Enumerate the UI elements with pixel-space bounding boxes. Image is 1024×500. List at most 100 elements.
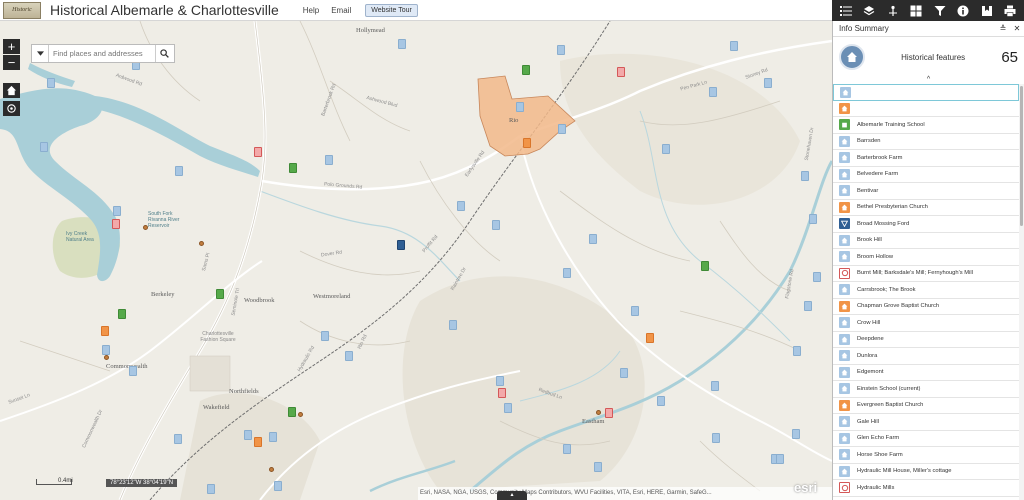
feature-list-item[interactable]: Broom Hollow: [833, 249, 1019, 266]
historic-house-marker[interactable]: [398, 39, 406, 49]
feature-list-item[interactable]: Hydraulic Mill House, Miller's cottage: [833, 464, 1019, 480]
feature-list-item[interactable]: Gale Hill: [833, 414, 1019, 431]
feature-list-item[interactable]: Einstein School (current): [833, 381, 1019, 398]
historic-house-marker[interactable]: [662, 144, 670, 154]
historic-house-marker[interactable]: [563, 444, 571, 454]
historic-house-marker[interactable]: [712, 433, 720, 443]
historic-house-marker[interactable]: [620, 368, 628, 378]
historic-house-marker[interactable]: [274, 481, 282, 491]
historic-house-marker[interactable]: [102, 345, 110, 355]
historic-house-marker[interactable]: [589, 234, 597, 244]
mill-marker[interactable]: [112, 219, 120, 229]
historic-house-marker[interactable]: [321, 331, 329, 341]
site-marker[interactable]: [104, 355, 109, 360]
website-tour-button[interactable]: Website Tour: [365, 3, 418, 17]
historic-house-marker[interactable]: [563, 268, 571, 278]
historic-house-marker[interactable]: [504, 403, 512, 413]
feature-list-item[interactable]: Bentivar: [833, 183, 1019, 200]
scrollbar-thumb[interactable]: [1020, 86, 1023, 226]
list-scrollbar[interactable]: [1019, 84, 1024, 500]
feature-list-item[interactable]: Deepdene: [833, 332, 1019, 348]
help-link[interactable]: Help: [303, 6, 319, 15]
feature-list-item[interactable]: Bethel Presbyterian Church: [833, 200, 1019, 216]
historic-house-marker[interactable]: [496, 376, 504, 386]
mill-marker[interactable]: [617, 67, 625, 77]
search-source-dropdown[interactable]: [32, 45, 49, 62]
search-button[interactable]: [155, 45, 173, 62]
historic-house-marker[interactable]: [558, 124, 566, 134]
historic-house-marker[interactable]: [129, 366, 137, 376]
info-icon[interactable]: [955, 3, 971, 19]
mill-marker[interactable]: [498, 388, 506, 398]
feature-list-item[interactable]: Burnt Mill; Barksdale's Mill; Fernyhough…: [833, 266, 1019, 282]
summary-row[interactable]: Historical features 65: [833, 37, 1024, 77]
historic-house-marker[interactable]: [631, 306, 639, 316]
historic-house-marker[interactable]: [764, 78, 772, 88]
historic-house-marker[interactable]: [40, 142, 48, 152]
email-link[interactable]: Email: [331, 6, 351, 15]
close-icon[interactable]: ✕: [1010, 24, 1024, 33]
feature-list-item[interactable]: Albemarle Training School: [833, 117, 1019, 134]
historic-house-marker[interactable]: [657, 396, 665, 406]
measure-icon[interactable]: [885, 3, 901, 19]
historic-house-marker[interactable]: [244, 430, 252, 440]
basemap-gallery-icon[interactable]: [908, 3, 924, 19]
feature-list-item[interactable]: Broad Mossing Ford: [833, 216, 1019, 233]
historic-house-marker[interactable]: [804, 301, 812, 311]
feature-list-item[interactable]: Glen Echo Farm: [833, 431, 1019, 447]
school-marker[interactable]: [289, 163, 297, 173]
historic-house-marker[interactable]: [809, 214, 817, 224]
feature-list-item[interactable]: Hydraulic Mills: [833, 480, 1019, 497]
feature-list-item[interactable]: Carrsbrook; The Brook: [833, 282, 1019, 299]
site-marker[interactable]: [596, 410, 601, 415]
historic-house-marker[interactable]: [269, 432, 277, 442]
historic-house-marker[interactable]: [113, 206, 121, 216]
historic-house-marker[interactable]: [813, 272, 821, 282]
site-marker[interactable]: [298, 412, 303, 417]
church-marker[interactable]: [523, 138, 531, 148]
collapse-list-button[interactable]: ^: [833, 76, 1024, 83]
historic-house-marker[interactable]: [175, 166, 183, 176]
historic-house-marker[interactable]: [776, 454, 784, 464]
feature-list-item[interactable]: Barrsden: [833, 134, 1019, 150]
historic-house-marker[interactable]: [47, 78, 55, 88]
feature-list-item[interactable]: Chapman Grove Baptist Church: [833, 299, 1019, 315]
historic-house-marker[interactable]: [174, 434, 182, 444]
school-marker[interactable]: [288, 407, 296, 417]
historic-house-marker[interactable]: [492, 220, 500, 230]
feature-list-item[interactable]: Brook Hill: [833, 233, 1019, 249]
ford-marker[interactable]: [397, 240, 405, 250]
historic-house-marker[interactable]: [594, 462, 602, 472]
mill-marker[interactable]: [254, 147, 262, 157]
school-marker[interactable]: [701, 261, 709, 271]
layers-icon[interactable]: [861, 3, 877, 19]
school-marker[interactable]: [118, 309, 126, 319]
church-marker[interactable]: [101, 326, 109, 336]
attribution-toggle[interactable]: ▴: [497, 491, 527, 500]
church-marker[interactable]: [646, 333, 654, 343]
mill-marker[interactable]: [605, 408, 613, 418]
feature-list-item[interactable]: [833, 84, 1019, 101]
home-button[interactable]: [3, 83, 20, 98]
feature-list-item[interactable]: Belvedere Farm: [833, 167, 1019, 183]
feature-list-item[interactable]: Evergreen Baptist Church: [833, 398, 1019, 414]
locate-button[interactable]: [3, 101, 20, 116]
feature-list-item[interactable]: Barterbrook Farm: [833, 150, 1019, 167]
historic-house-marker[interactable]: [709, 87, 717, 97]
site-marker[interactable]: [199, 241, 204, 246]
feature-list-item[interactable]: Dunlora: [833, 348, 1019, 365]
historic-house-marker[interactable]: [516, 102, 524, 112]
school-marker[interactable]: [522, 65, 530, 75]
historic-house-marker[interactable]: [345, 351, 353, 361]
historic-house-marker[interactable]: [207, 484, 215, 494]
historic-house-marker[interactable]: [792, 429, 800, 439]
historic-house-marker[interactable]: [557, 45, 565, 55]
site-marker[interactable]: [143, 225, 148, 230]
historic-house-marker[interactable]: [793, 346, 801, 356]
layer-list-icon[interactable]: [838, 3, 854, 19]
collapse-panel-icon[interactable]: ≙: [996, 24, 1010, 33]
church-marker[interactable]: [254, 437, 262, 447]
historic-house-marker[interactable]: [325, 155, 333, 165]
historic-house-marker[interactable]: [457, 201, 465, 211]
zoom-out-button[interactable]: −: [3, 55, 20, 70]
